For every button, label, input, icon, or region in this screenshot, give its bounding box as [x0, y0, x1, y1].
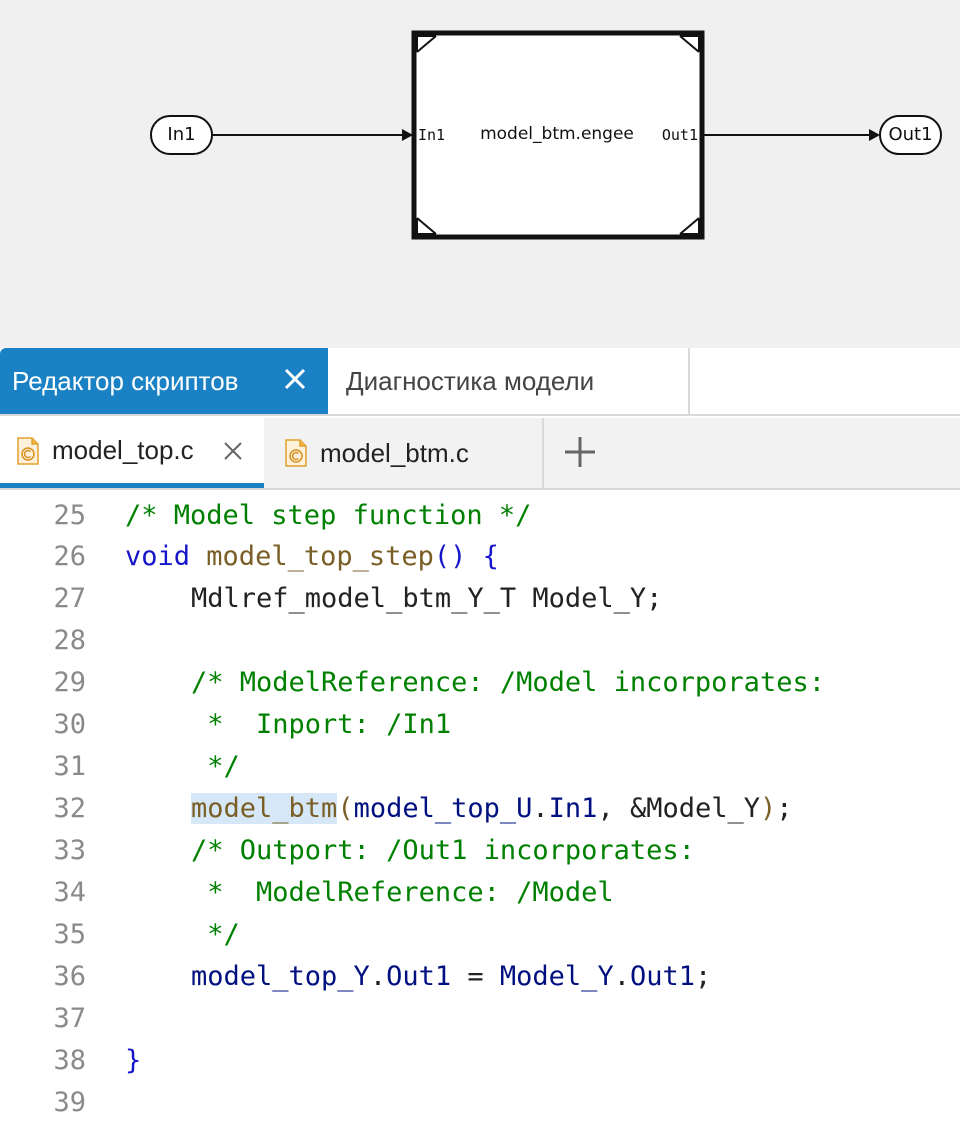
diagram-svg: In1 In1 model_btm.engee Out1 Out1: [150, 30, 942, 240]
tab-model-diagnostics[interactable]: Диагностика модели: [330, 348, 690, 414]
connection-line-in[interactable]: [212, 129, 413, 141]
add-tab-plus-icon[interactable]: [562, 434, 598, 470]
code-text: void model_top_step() {: [125, 540, 499, 572]
code-editor[interactable]: 25 /* Model step function */ 26 void mod…: [0, 490, 960, 1134]
code-text: */: [191, 750, 240, 782]
code-text: */: [191, 918, 240, 950]
code-text: * Inport: /In1: [191, 708, 452, 740]
block-outport-label: Out1: [662, 126, 698, 144]
code-line: 38 }: [0, 1039, 960, 1081]
code-text: model_top_Y.Out1 = Model_Y.Out1;: [191, 960, 712, 992]
close-icon[interactable]: [280, 364, 310, 394]
file-tab-bar: model_top.c model_btm.c: [0, 418, 960, 490]
outport-block-out1[interactable]: Out1: [879, 115, 942, 155]
c-file-icon: [285, 439, 307, 467]
code-line: 36 model_top_Y.Out1 = Model_Y.Out1;: [0, 955, 960, 997]
code-line: 37: [0, 997, 960, 1039]
line-number: 32: [53, 792, 86, 824]
app-root: In1 In1 model_btm.engee Out1 Out1 Редакт…: [0, 0, 960, 1134]
line-number: 30: [53, 708, 86, 740]
code-text: model_btm(model_top_U.In1, &Model_Y);: [191, 792, 793, 824]
outport-label: Out1: [888, 124, 932, 145]
code-text: * ModelReference: /Model: [191, 876, 614, 908]
code-line: 27 Mdlref_model_btm_Y_T Model_Y;: [0, 577, 960, 619]
line-number: 31: [53, 750, 86, 782]
model-reference-block[interactable]: In1 model_btm.engee Out1: [411, 30, 705, 240]
inport-block-in1[interactable]: In1: [150, 115, 213, 155]
line-number: 33: [53, 834, 86, 866]
panel-tab-bar: Редактор скриптов Диагностика модели: [0, 348, 960, 416]
block-title: model_btm.engee: [480, 124, 634, 144]
tab-script-editor-label: Редактор скриптов: [12, 365, 239, 396]
file-tab-model-top[interactable]: model_top.c: [0, 418, 264, 488]
file-tab-model-top-label: model_top.c: [52, 435, 194, 465]
close-icon[interactable]: [222, 440, 244, 462]
code-text: Mdlref_model_btm_Y_T Model_Y;: [191, 582, 663, 614]
line-number: 36: [53, 960, 86, 992]
code-line-partial: 25 /* Model step function */: [53, 499, 532, 531]
line-number: 28: [53, 624, 86, 656]
diagram-canvas[interactable]: In1 In1 model_btm.engee Out1 Out1: [0, 0, 960, 348]
tab-model-diagnostics-label: Диагностика модели: [346, 365, 595, 396]
line-number: 29: [53, 666, 86, 698]
code-line: 39: [0, 1081, 960, 1123]
block-inport-label: In1: [418, 126, 445, 144]
code-line: 31 */: [0, 745, 960, 787]
line-number: 34: [53, 876, 86, 908]
tab-script-editor[interactable]: Редактор скриптов: [0, 348, 328, 414]
code-text: /* ModelReference: /Model incorporates:: [191, 666, 825, 698]
code-line: 32 model_btm(model_top_U.In1, &Model_Y);: [0, 787, 960, 829]
highlighted-identifier[interactable]: model_btm: [191, 792, 338, 824]
line-number: 27: [53, 582, 86, 614]
code-line: 28: [0, 619, 960, 661]
file-tab-model-btm[interactable]: model_btm.c: [264, 418, 544, 488]
line-number: 38: [53, 1044, 86, 1076]
code-line: 30 * Inport: /In1: [0, 703, 960, 745]
line-number: 39: [53, 1086, 86, 1118]
line-number: 26: [53, 540, 86, 572]
file-tab-model-btm-label: model_btm.c: [320, 437, 469, 468]
code-line: 33 /* Outport: /Out1 incorporates:: [0, 829, 960, 871]
line-number: 35: [53, 918, 86, 950]
code-text: /* Outport: /Out1 incorporates:: [191, 834, 695, 866]
line-number: 37: [53, 1002, 86, 1034]
code-text: /* Model step function */: [125, 499, 532, 531]
code-text: }: [125, 1044, 142, 1076]
inport-label: In1: [167, 124, 195, 145]
code-line: 34 * ModelReference: /Model: [0, 871, 960, 913]
code-line: 29 /* ModelReference: /Model incorporate…: [0, 661, 960, 703]
connection-line-out[interactable]: [702, 129, 880, 141]
c-file-icon: [17, 436, 39, 465]
code-line: 26 void model_top_step() {: [0, 535, 960, 577]
code-line: 35 */: [0, 913, 960, 955]
